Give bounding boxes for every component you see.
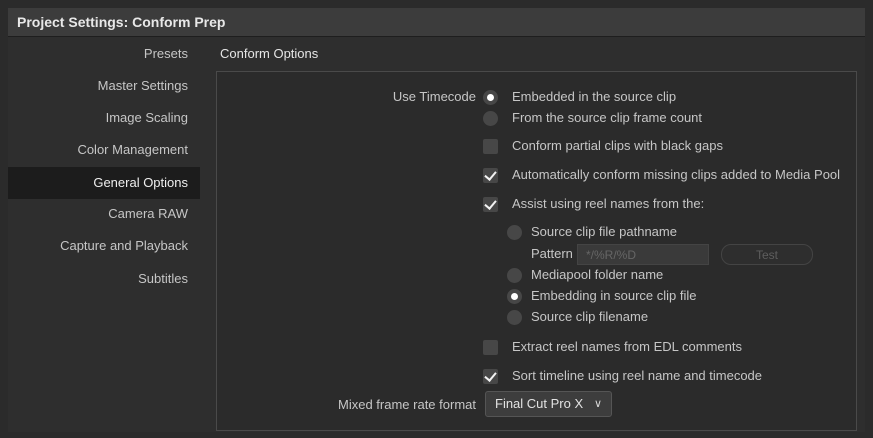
sidebar-item-general-options[interactable]: General Options [8, 167, 200, 199]
conform-partial-clips-label: Conform partial clips with black gaps [512, 138, 723, 153]
radio-source-clip-filename[interactable] [507, 310, 522, 325]
settings-panel: Presets Master Settings Image Scaling Co… [8, 37, 865, 432]
sidebar-item-camera-raw[interactable]: Camera RAW [8, 198, 200, 230]
radio-source-clip-pathname[interactable] [507, 225, 522, 240]
radio-embedding-source-clip-file[interactable] [507, 289, 522, 304]
radio-source-clip-pathname-label: Source clip file pathname [531, 224, 677, 239]
sidebar-item-capture-and-playback[interactable]: Capture and Playback [8, 230, 200, 262]
sidebar-item-color-management[interactable]: Color Management [8, 134, 200, 166]
chevron-down-icon: ∨ [593, 398, 602, 410]
radio-embedded-source-clip-label: Embedded in the source clip [512, 89, 677, 104]
conform-partial-clips-checkbox[interactable] [483, 139, 498, 154]
assist-reel-names-checkbox[interactable] [483, 197, 498, 212]
sort-timeline-checkbox[interactable] [483, 369, 498, 384]
section-title: Conform Options [220, 46, 319, 61]
sidebar-item-master-settings[interactable]: Master Settings [8, 70, 200, 102]
radio-source-clip-filename-label: Source clip filename [531, 309, 649, 324]
pattern-input[interactable]: */%R/%D [577, 244, 709, 265]
radio-mediapool-folder-name-label: Mediapool folder name [531, 267, 664, 282]
title-bar: Project Settings: Conform Prep [8, 8, 865, 37]
sidebar-item-presets[interactable]: Presets [8, 38, 200, 70]
window-title: Project Settings: Conform Prep [17, 14, 226, 30]
radio-source-frame-count-label: From the source clip frame count [512, 110, 703, 125]
radio-embedded-source-clip[interactable] [483, 90, 498, 105]
project-settings-window: Project Settings: Conform Prep Presets M… [0, 0, 873, 438]
extract-reel-names-edl-label: Extract reel names from EDL comments [512, 339, 742, 354]
radio-source-frame-count[interactable] [483, 111, 498, 126]
extract-reel-names-edl-checkbox[interactable] [483, 340, 498, 355]
conform-options-box: Use Timecode Embedded in the source clip… [216, 71, 857, 431]
settings-sidebar: Presets Master Settings Image Scaling Co… [8, 37, 206, 432]
radio-mediapool-folder-name[interactable] [507, 268, 522, 283]
radio-embedding-source-clip-file-label: Embedding in source clip file [531, 288, 697, 303]
mixed-frame-rate-dropdown[interactable]: Final Cut Pro X ∨ [485, 391, 612, 417]
assist-reel-names-label: Assist using reel names from the: [512, 196, 705, 211]
sidebar-item-image-scaling[interactable]: Image Scaling [8, 102, 200, 134]
auto-conform-missing-checkbox[interactable] [483, 168, 498, 183]
pattern-label: Pattern [531, 246, 573, 261]
mixed-frame-rate-value: Final Cut Pro X [495, 396, 584, 411]
mixed-frame-rate-label: Mixed frame rate format [338, 397, 476, 412]
sort-timeline-label: Sort timeline using reel name and timeco… [512, 368, 763, 383]
use-timecode-label: Use Timecode [392, 89, 476, 104]
sidebar-item-subtitles[interactable]: Subtitles [8, 263, 200, 295]
test-button[interactable]: Test [721, 244, 813, 265]
auto-conform-missing-label: Automatically conform missing clips adde… [512, 167, 841, 182]
